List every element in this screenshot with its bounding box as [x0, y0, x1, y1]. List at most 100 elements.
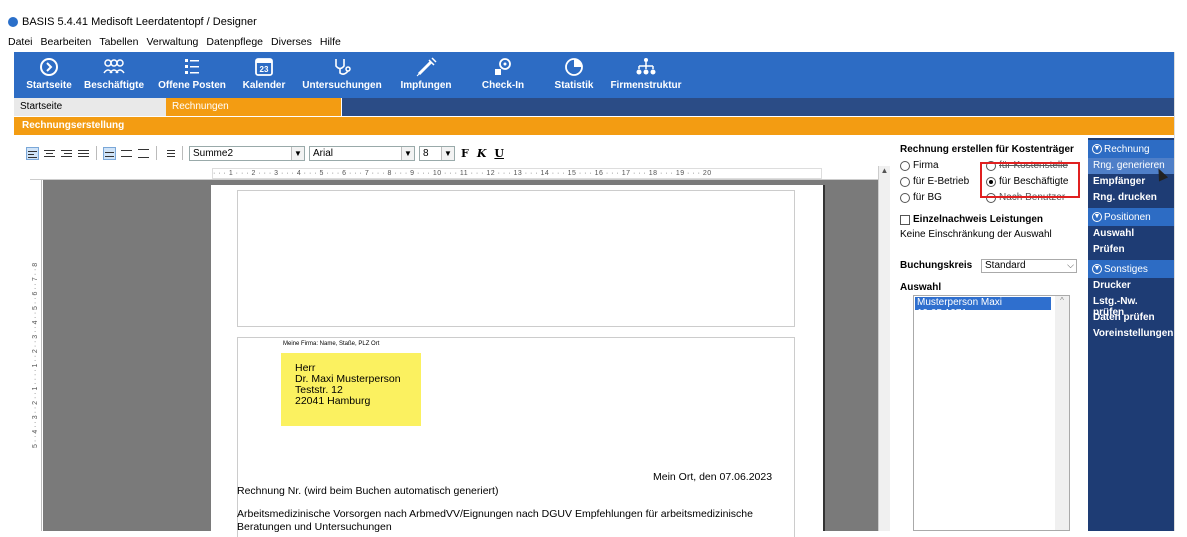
main-toolbar: Startseite Beschäftigte Offene Posten 23…	[14, 52, 1174, 98]
vertical-ruler[interactable]: 5 · · 4 · · 3 · · 2 · · 1 · · · · 1 · · …	[30, 180, 42, 531]
recipient-address: Herr Dr. Maxi Musterperson Teststr. 12 2…	[281, 353, 421, 426]
toolbar-label: Offene Posten	[158, 80, 226, 91]
menu-datei[interactable]: Datei	[8, 36, 33, 50]
justify-icon[interactable]	[77, 147, 90, 160]
toolbar-offene-posten-button[interactable]: Offene Posten	[150, 52, 234, 98]
address-line: 22041 Hamburg	[295, 395, 371, 407]
restriction-text: Keine Einschränkung der Auswahl	[900, 229, 1052, 240]
invoice-number: Rechnung Nr. (wird beim Buchen automatis…	[237, 485, 499, 497]
toolbar-startseite-button[interactable]: Startseite	[20, 52, 78, 98]
toolbar-label: Check-In	[481, 80, 525, 91]
scroll-up-icon[interactable]: ^	[1060, 296, 1064, 305]
toolbar-separator	[156, 146, 157, 160]
org-icon	[636, 58, 656, 75]
chevron-down-icon: ▼	[401, 146, 414, 160]
app-logo-icon	[8, 17, 18, 27]
document-scrollbar[interactable]: ▲	[878, 166, 890, 531]
menu-datenpflege[interactable]: Datenpflege	[206, 36, 263, 50]
font-select-value: Arial	[313, 147, 334, 159]
nav-section-label: Sonstiges	[1104, 263, 1148, 275]
toolbar-label: Firmenstruktur	[610, 80, 682, 91]
toolbar-impfungen-button[interactable]: Impfungen	[390, 52, 462, 98]
toolbar-checkin-button[interactable]: Check-In	[462, 52, 544, 98]
syringe-icon	[416, 57, 437, 77]
align-left-icon[interactable]	[26, 146, 39, 160]
bullet-list-icon[interactable]	[163, 147, 176, 160]
toolbar-label: Beschäftigte	[83, 80, 144, 91]
nav-rng-drucken[interactable]: Rng. drucken	[1088, 190, 1174, 206]
editor-toolbar: Summe2 ▼ Arial ▼ 8 ▼ F K U	[26, 144, 896, 162]
menu-bearbeiten[interactable]: Bearbeiten	[41, 36, 92, 50]
menu-verwaltung[interactable]: Verwaltung	[146, 36, 198, 50]
line-spacing-2-icon[interactable]	[137, 147, 150, 160]
align-center-icon[interactable]	[43, 147, 56, 160]
font-size-select[interactable]: 8 ▼	[419, 145, 455, 161]
title-bar: BASIS 5.4.41 Medisoft Leerdatentopf / De…	[8, 14, 257, 30]
checkbox-box	[900, 214, 910, 225]
billing-options-panel: Rechnung erstellen für Kostenträger Firm…	[898, 138, 1088, 531]
line-spacing-1-icon[interactable]	[103, 146, 116, 160]
menu-diverses[interactable]: Diverses	[271, 36, 312, 50]
scroll-up-icon[interactable]: ▲	[879, 166, 890, 175]
nav-drucker[interactable]: Drucker	[1088, 278, 1174, 294]
nav-pruefen[interactable]: Prüfen	[1088, 242, 1174, 258]
radio-circle	[900, 192, 910, 203]
chevron-down-icon: ▼	[441, 146, 454, 160]
nav-section-label: Rechnung	[1104, 143, 1150, 155]
toolbar-beschaeftigte-button[interactable]: Beschäftigte	[78, 52, 150, 98]
collapse-icon: ▼	[1092, 144, 1102, 154]
line-spacing-15-icon[interactable]	[120, 147, 133, 160]
document-canvas: Meine Firma: Name, Staße, PLZ Ort Herr D…	[43, 180, 878, 537]
align-right-icon[interactable]	[60, 147, 73, 160]
app-window: BASIS 5.4.41 Medisoft Leerdatentopf / De…	[0, 0, 1187, 537]
radio-label: für BG	[913, 192, 942, 203]
list-item[interactable]: Musterperson Maxi 19.05.1971	[915, 297, 1051, 319]
font-select[interactable]: Arial ▼	[309, 145, 415, 161]
tab-row: Startseite Rechnungen	[14, 98, 1174, 116]
nav-voreinstellungen[interactable]: Voreinstellungen	[1088, 326, 1174, 342]
toolbar-firmenstruktur-button[interactable]: Firmenstruktur	[604, 52, 688, 98]
people-icon	[103, 59, 125, 74]
toolbar-statistik-button[interactable]: Statistik	[544, 52, 604, 98]
nav-daten-pruefen[interactable]: Daten prüfen	[1088, 310, 1174, 326]
radio-circle	[900, 176, 910, 187]
nav-auswahl[interactable]: Auswahl	[1088, 226, 1174, 242]
menu-bar: Datei Bearbeiten Tabellen Verwaltung Dat…	[8, 36, 341, 50]
start-icon	[40, 58, 58, 76]
radio-circle	[900, 160, 910, 171]
radio-label: für E-Betrieb	[913, 176, 970, 187]
auswahl-list[interactable]: Musterperson Maxi 19.05.1971 ^	[913, 295, 1070, 531]
section-title: Rechnungserstellung	[14, 117, 1174, 135]
collapse-icon: ▼	[1092, 264, 1102, 274]
bold-button[interactable]: F	[459, 147, 471, 160]
list-scrollbar[interactable]: ^	[1055, 296, 1069, 530]
underline-button[interactable]: U	[492, 147, 506, 160]
toolbar-kalender-button[interactable]: 23 Kalender	[234, 52, 294, 98]
header-region[interactable]	[237, 190, 795, 327]
radio-firma[interactable]: Firma	[900, 160, 939, 171]
window-edge	[1174, 52, 1187, 531]
style-select[interactable]: Summe2 ▼	[189, 145, 305, 161]
document-page[interactable]: Meine Firma: Name, Staße, PLZ Ort Herr D…	[211, 185, 823, 537]
radio-ebetrieb[interactable]: für E-Betrieb	[900, 176, 969, 187]
pie-icon	[565, 58, 583, 76]
auswahl-label: Auswahl	[900, 282, 942, 293]
tab-startseite[interactable]: Startseite	[14, 98, 166, 116]
radio-label: Firma	[913, 160, 939, 171]
italic-button[interactable]: K	[475, 147, 489, 160]
nav-section-positionen[interactable]: ▼ Positionen	[1088, 208, 1174, 226]
nav-section-rechnung[interactable]: ▼ Rechnung	[1088, 140, 1174, 158]
sender-line: Meine Firma: Name, Staße, PLZ Ort	[283, 341, 380, 347]
radio-bg[interactable]: für BG	[900, 192, 942, 203]
nav-section-sonstiges[interactable]: ▼ Sonstiges	[1088, 260, 1174, 278]
nav-lstg-nw-pruefen[interactable]: Lstg.-Nw. prüfen	[1088, 294, 1174, 318]
horizontal-ruler[interactable]: · · · 1 · · · 2 · · · 3 · · · 4 · · · 5 …	[30, 166, 880, 180]
tab-rechnungen[interactable]: Rechnungen	[166, 98, 342, 116]
toolbar-untersuchungen-button[interactable]: Untersuchungen	[294, 52, 390, 98]
buchungskreis-select[interactable]: Standard ⌵	[981, 259, 1077, 273]
panel-title: Rechnung erstellen für Kostenträger	[900, 144, 1074, 155]
menu-tabellen[interactable]: Tabellen	[99, 36, 138, 50]
vertical-ruler-scale: 5 · · 4 · · 3 · · 2 · · 1 · · · · 1 · · …	[32, 262, 39, 449]
menu-hilfe[interactable]: Hilfe	[320, 36, 341, 50]
einzelnachweis-checkbox[interactable]: Einzelnachweis Leistungen	[900, 214, 1043, 225]
